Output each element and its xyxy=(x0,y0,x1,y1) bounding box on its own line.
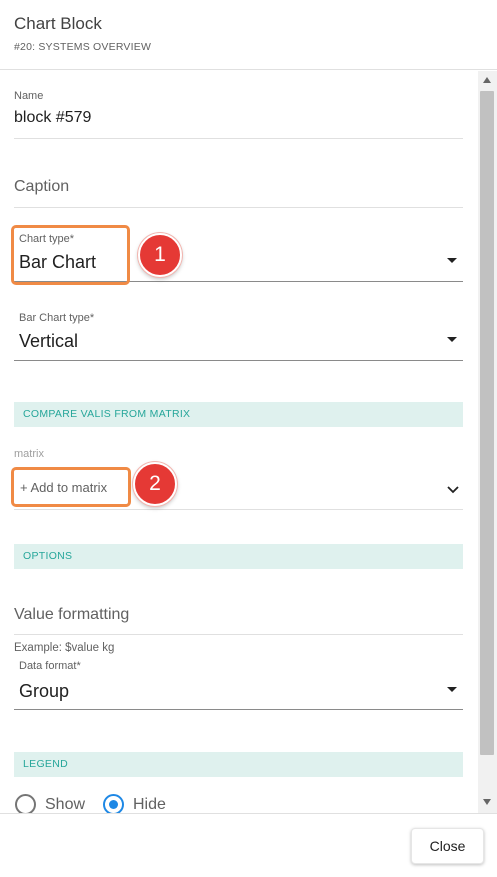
step-badge-2: 2 xyxy=(133,462,177,506)
scrollbar-thumb[interactable] xyxy=(480,91,494,755)
name-label: Name xyxy=(14,90,44,102)
highlight-box-1 xyxy=(11,225,130,285)
data-format-label: Data format* xyxy=(19,660,81,672)
chevron-down-icon xyxy=(447,486,459,494)
close-button[interactable]: Close xyxy=(411,828,484,864)
value-formatting-underline xyxy=(14,634,463,635)
dialog-header: Chart Block #20: SYSTEMS OVERVIEW xyxy=(0,0,497,70)
scroll-up-icon[interactable] xyxy=(483,77,491,83)
section-legend-title: LEGEND xyxy=(23,758,68,770)
bar-chart-type-value: Vertical xyxy=(19,331,79,351)
step-badge-1: 1 xyxy=(138,233,182,277)
legend-hide-radio[interactable] xyxy=(103,794,124,813)
caret-down-icon xyxy=(447,687,457,692)
name-underline xyxy=(14,138,463,139)
name-input[interactable]: block #579 xyxy=(14,109,91,127)
section-options-header: OPTIONS xyxy=(14,544,463,569)
value-formatting-input[interactable]: Value formatting xyxy=(14,606,129,624)
caption-underline xyxy=(14,207,463,208)
bar-chart-type-select[interactable]: Bar Chart type* Vertical xyxy=(14,308,463,362)
bar-chart-type-label: Bar Chart type* xyxy=(19,312,95,324)
section-compare-title: COMPARE VALIS FROM MATRIX xyxy=(23,408,191,420)
dialog-title: Chart Block xyxy=(14,14,102,33)
section-options-title: OPTIONS xyxy=(23,550,73,562)
dialog-content: Name block #579 Caption Chart type* Bar … xyxy=(0,71,478,813)
caret-down-icon xyxy=(447,337,457,342)
section-compare-header: COMPARE VALIS FROM MATRIX xyxy=(14,402,463,427)
caret-down-icon xyxy=(447,258,457,263)
caption-input[interactable]: Caption xyxy=(14,178,69,196)
dialog-footer: Close xyxy=(0,813,497,877)
matrix-underline xyxy=(14,509,463,510)
scrollbar[interactable] xyxy=(478,71,497,813)
section-legend-header: LEGEND xyxy=(14,752,463,777)
highlight-box-2 xyxy=(11,467,131,507)
value-formatting-hint: Example: $value kg xyxy=(14,642,115,654)
data-format-select[interactable]: Data format* Group xyxy=(14,656,463,710)
legend-show-radio[interactable] xyxy=(15,794,36,813)
data-format-underline xyxy=(14,709,463,710)
data-format-value: Group xyxy=(19,681,70,701)
scroll-down-icon[interactable] xyxy=(483,799,491,805)
dialog-subtitle: #20: SYSTEMS OVERVIEW xyxy=(14,41,152,53)
legend-hide-label[interactable]: Hide xyxy=(133,796,166,813)
legend-show-label[interactable]: Show xyxy=(45,796,85,813)
matrix-label: matrix xyxy=(14,448,44,460)
bar-chart-type-underline xyxy=(14,360,463,361)
